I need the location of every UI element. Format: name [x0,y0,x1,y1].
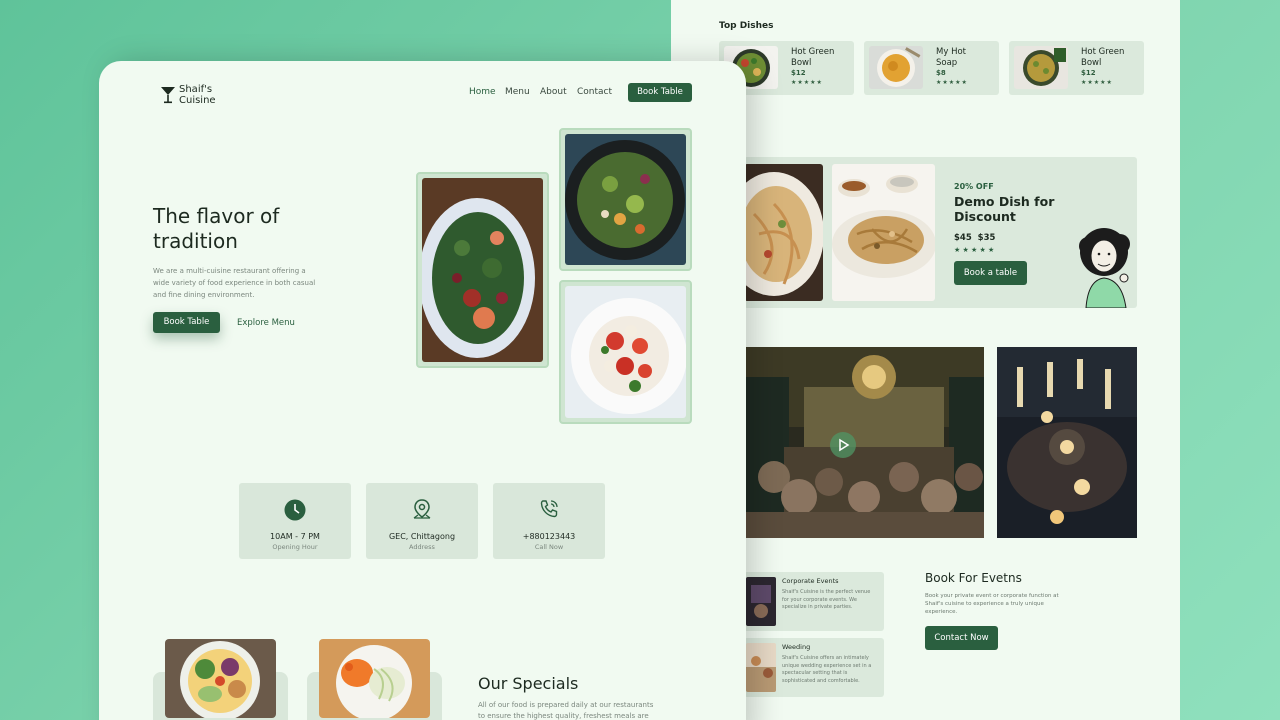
restaurant-video-thumbnail[interactable] [744,347,984,538]
hero-book-table-button[interactable]: Book Table [153,312,220,333]
dish-card[interactable]: Hot Green Bowl $12 ★★★★★ [1009,41,1144,95]
specials-title: Our Specials [478,674,579,693]
opening-hours-card: 10AM - 7 PM Opening Hour [239,483,351,559]
cocktail-glass-icon [160,86,176,104]
book-a-table-button[interactable]: Book a table [954,261,1027,285]
dining-table-photo [997,347,1137,538]
promo-price: $45 $35 [954,233,996,243]
dish-image [1014,46,1068,89]
contact-now-button[interactable]: Contact Now [925,626,998,650]
phone-label: Call Now [534,543,564,551]
event-image [746,643,776,692]
brand-logo[interactable]: Shaif's Cuisine [179,84,216,106]
phone-number: +880123443 [522,532,576,541]
event-description: Shaif's Cuisine is the perfect venue for … [782,589,871,610]
hero-image-salad-plate [559,128,692,271]
promo-rating: ★ ★ ★ ★ ★ [954,246,995,254]
promo-image-noodles [832,164,935,301]
special-image-veggie-noodles [319,639,430,718]
top-dishes-heading: Top Dishes [719,21,774,31]
nav-home[interactable]: Home [469,87,496,97]
event-image [746,577,776,626]
dish-price: $12 [791,69,806,77]
specials-description: All of our food is prepared daily at our… [478,701,654,720]
opening-hours: 10AM - 7 PM [270,532,320,541]
explore-menu-link[interactable]: Explore Menu [237,318,295,328]
dish-rating: ★★★★★ [936,79,968,86]
event-title: Corporate Events [782,577,839,585]
discount-label: 20% OFF [954,182,994,191]
event-card[interactable]: Weeding Shaif's Cuisine offers an intima… [744,638,884,697]
events-title: Book For Evetns [925,571,1022,585]
clock-icon [284,499,306,521]
dish-name: My Hot Soap [936,47,966,68]
dish-card[interactable]: My Hot Soap $8 ★★★★★ [864,41,999,95]
dish-price: $8 [936,69,946,77]
hero-image-caprese [559,280,692,424]
address-label: Address [409,543,435,551]
nav-book-table-button[interactable]: Book Table [628,83,692,102]
event-card[interactable]: Corporate Events Shaif's Cuisine is the … [744,572,884,631]
dish-rating: ★★★★★ [791,79,823,86]
chef-illustration [1074,222,1138,309]
dish-name: Hot Green Bowl [1081,47,1125,68]
phone-icon [538,498,560,520]
hero-image-salad-bowl [416,172,549,368]
address: GEC, Chittagong [388,532,456,541]
opening-hours-label: Opening Hour [272,543,318,551]
special-image-buddha-bowl [165,639,276,718]
dish-image [869,46,923,89]
nav-contact[interactable]: Contact [577,87,612,97]
nav-about[interactable]: About [540,87,567,97]
events-description: Book your private event or corporate fun… [925,593,1059,615]
event-description: Shaif's Cuisine offers an intimately uniq… [782,655,872,684]
address-card: GEC, Chittagong Address [366,483,478,559]
dish-price: $12 [1081,69,1096,77]
dish-name: Hot Green Bowl [791,47,835,68]
play-icon[interactable] [830,432,856,458]
hero-description: We are a multi-cuisine restaurant offeri… [153,267,316,299]
promo-image-pasta [744,164,823,301]
nav-menu[interactable]: Menu [505,87,530,97]
hero-title: The flavor of tradition [153,204,280,253]
event-title: Weeding [782,643,811,651]
promo-title: Demo Dish for Discount [954,194,1055,224]
location-pin-icon [411,498,433,522]
dish-rating: ★★★★★ [1081,79,1113,86]
phone-card[interactable]: +880123443 Call Now [493,483,605,559]
